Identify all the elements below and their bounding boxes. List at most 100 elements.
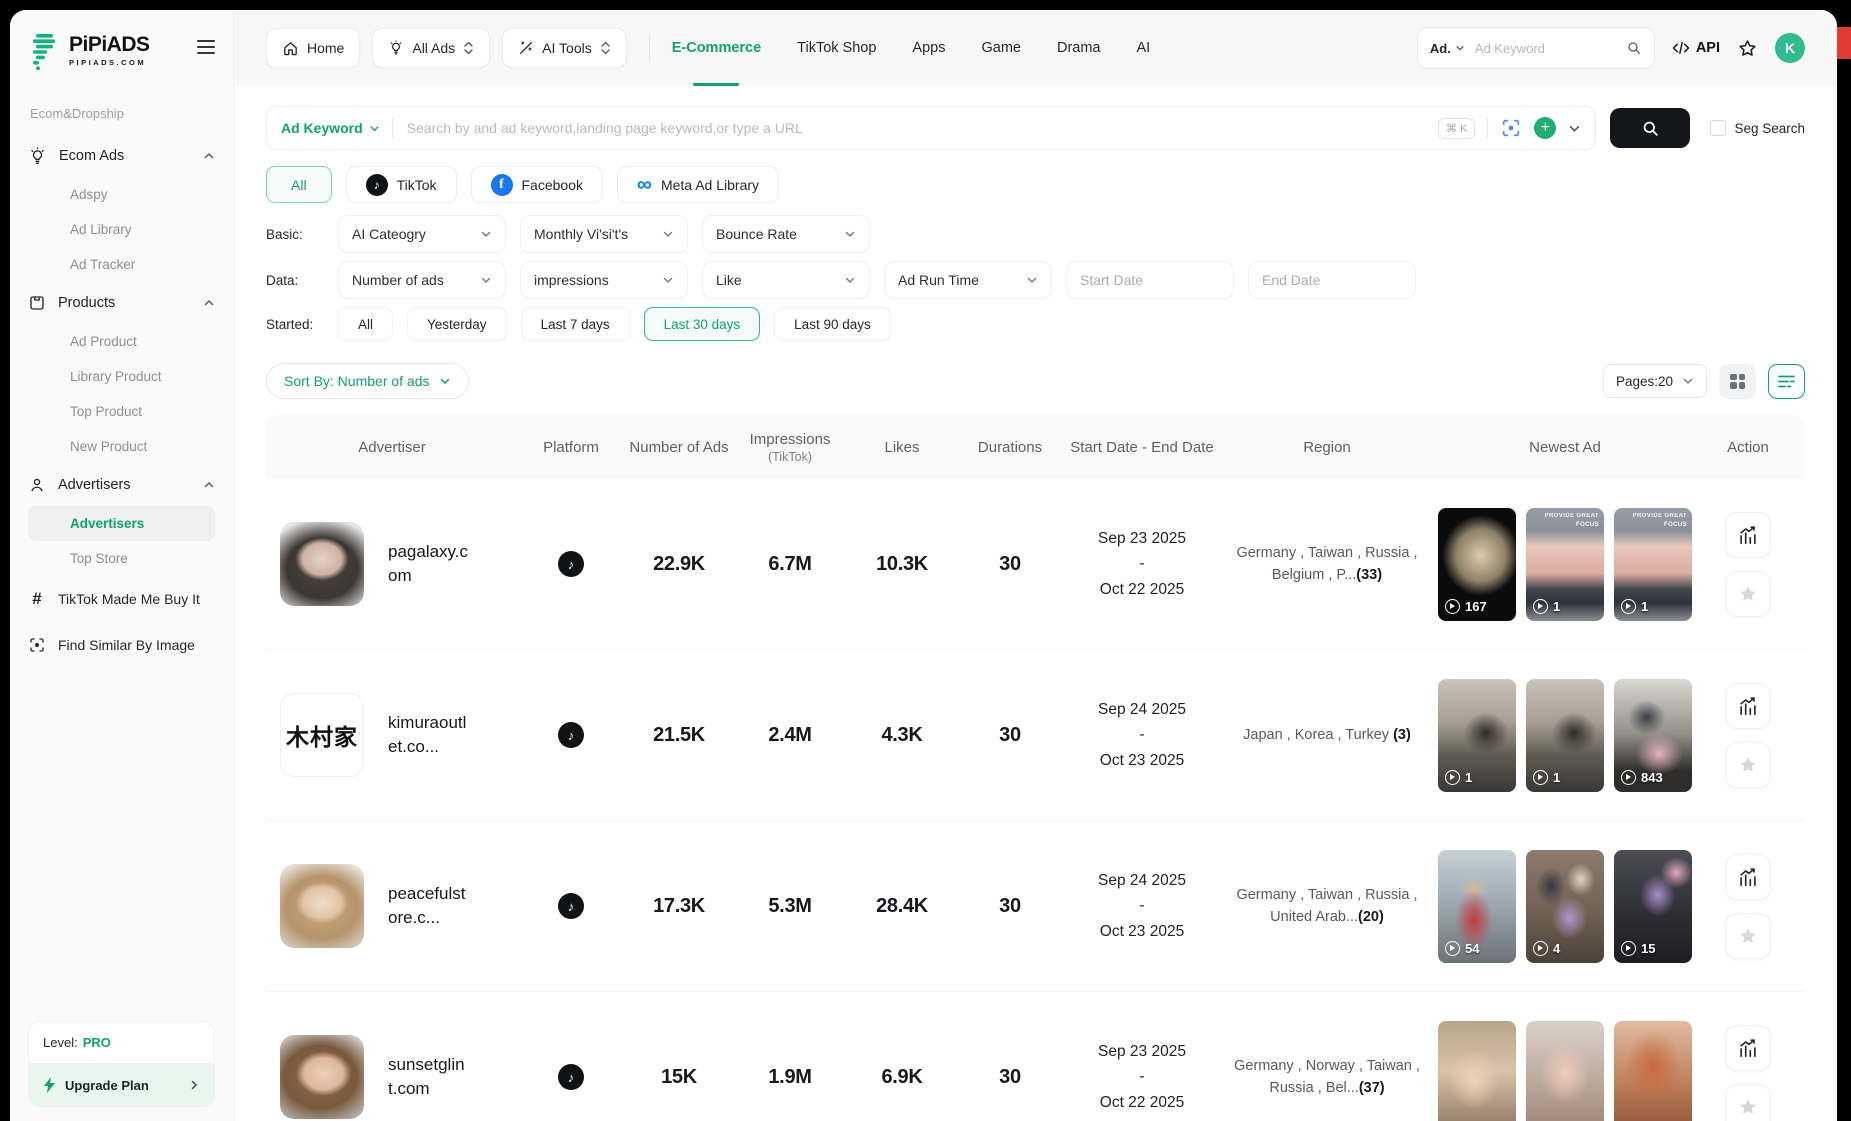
sidebar-item-ad-product[interactable]: Ad Product — [28, 324, 215, 359]
upgrade-plan-button[interactable]: Upgrade Plan — [29, 1063, 214, 1106]
topbar-right: Ad. API K — [1417, 27, 1805, 69]
bounce-rate-select[interactable]: Bounce Rate — [702, 215, 870, 253]
advertiser-name[interactable]: sunsetglint.com — [388, 1053, 468, 1101]
sidebar-item-top-store[interactable]: Top Store — [28, 541, 215, 576]
search-field: Ad Keyword ⌘ K + — [266, 106, 1596, 150]
favorite-star-button[interactable] — [1725, 571, 1771, 617]
tab-game[interactable]: Game — [981, 10, 1021, 86]
impressions-select[interactable]: impressions — [520, 261, 688, 299]
advertiser-name[interactable]: peacefulstore.c... — [388, 882, 468, 930]
start-date-input[interactable] — [1066, 261, 1234, 299]
ad-video-thumbnail[interactable]: 15 — [1614, 850, 1692, 963]
sidebar-item-top-product[interactable]: Top Product — [28, 394, 215, 429]
ad-video-thumbnail[interactable]: 54 — [1438, 850, 1516, 963]
play-icon — [1533, 770, 1548, 785]
home-button[interactable]: Home — [266, 28, 360, 68]
meta-icon: ∞ — [637, 174, 652, 195]
started-last-30-days-button[interactable]: Last 30 days — [644, 307, 761, 341]
quick-search-type-select[interactable]: Ad. — [1430, 41, 1465, 56]
table-header: Advertiser Platform Number of Ads Impres… — [266, 415, 1805, 479]
region-count: (33) — [1356, 567, 1382, 583]
analytics-button[interactable] — [1725, 512, 1771, 558]
platform-tab-meta-ad-library[interactable]: ∞ Meta Ad Library — [617, 166, 779, 203]
sidebar-item-tiktok-made-me-buy-it[interactable]: # TikTok Made Me Buy It — [28, 576, 215, 622]
platform-tab-facebook[interactable]: f Facebook — [471, 166, 603, 203]
sidebar-item-new-product[interactable]: New Product — [28, 429, 215, 464]
number-of-ads-select[interactable]: Number of ads — [338, 261, 506, 299]
tab-tiktok-shop[interactable]: TikTok Shop — [797, 10, 876, 86]
image-search-icon[interactable] — [1500, 117, 1522, 139]
sidebar-group-ecom-ads[interactable]: Ecom Ads — [28, 135, 215, 177]
platform-tab-all[interactable]: All — [266, 166, 332, 203]
main-search-input[interactable] — [405, 119, 1426, 137]
end-date-input[interactable] — [1248, 261, 1416, 299]
started-last-90-days-button[interactable]: Last 90 days — [774, 307, 891, 341]
advertiser-avatar[interactable] — [280, 1035, 364, 1119]
user-avatar[interactable]: K — [1775, 33, 1805, 63]
monthly-visits-select[interactable]: Monthly Vi'si't's — [520, 215, 688, 253]
search-mode-select[interactable]: Ad Keyword — [281, 120, 380, 136]
tab-apps[interactable]: Apps — [912, 10, 945, 86]
platform-tab-tiktok[interactable]: ♪ TikTok — [346, 166, 457, 203]
ad-video-thumbnail[interactable] — [1526, 1021, 1604, 1121]
ad-video-thumbnail[interactable]: 4 — [1526, 850, 1604, 963]
ad-video-thumbnail[interactable]: Provide Great Focus 1 — [1614, 508, 1692, 621]
tab-drama[interactable]: Drama — [1057, 10, 1101, 86]
advertiser-name[interactable]: pagalaxy.com — [388, 540, 468, 588]
quick-search-input[interactable] — [1473, 40, 1618, 57]
favorite-star-button[interactable] — [1725, 913, 1771, 959]
ai-category-select[interactable]: AI Cateogry — [338, 215, 506, 253]
pages-select[interactable]: Pages:20 — [1603, 364, 1707, 398]
tab-ai[interactable]: AI — [1137, 10, 1151, 86]
favorite-star-button[interactable] — [1725, 1084, 1771, 1121]
sidebar-item-ad-tracker[interactable]: Ad Tracker — [28, 247, 215, 282]
sidebar-item-ad-library[interactable]: Ad Library — [28, 212, 215, 247]
ad-video-thumbnail[interactable] — [1614, 1021, 1692, 1121]
analytics-button[interactable] — [1725, 854, 1771, 900]
sidebar-group-advertisers[interactable]: Advertisers — [28, 464, 215, 506]
play-icon — [1445, 770, 1460, 785]
started-yesterday-button[interactable]: Yesterday — [407, 307, 507, 341]
grid-view-button[interactable] — [1719, 364, 1756, 399]
tab-e-commerce[interactable]: E-Commerce — [672, 10, 761, 86]
sidebar-group-products[interactable]: Products — [28, 282, 215, 324]
advertiser-avatar[interactable] — [280, 864, 364, 948]
all-ads-menu-button[interactable]: All Ads — [372, 28, 490, 68]
analytics-button[interactable] — [1725, 1025, 1771, 1071]
ad-run-time-select[interactable]: Ad Run Time — [884, 261, 1052, 299]
sidebar-item-adspy[interactable]: Adspy — [28, 177, 215, 212]
ad-video-thumbnail[interactable]: Provide Great Focus 1 — [1526, 508, 1604, 621]
durations-value: 30 — [999, 724, 1021, 747]
search-icon[interactable] — [1626, 40, 1642, 56]
ad-video-thumbnail[interactable]: 843 — [1614, 679, 1692, 792]
api-link[interactable]: API — [1672, 40, 1720, 56]
sort-by-select[interactable]: Sort By: Number of ads — [266, 363, 469, 399]
sidebar-item-find-similar-by-image[interactable]: Find Similar By Image — [28, 622, 215, 668]
like-select[interactable]: Like — [702, 261, 870, 299]
chevron-down-icon[interactable] — [1568, 122, 1581, 135]
category-tabs: E-Commerce TikTok Shop Apps Game Drama A… — [672, 10, 1150, 86]
seg-search-checkbox[interactable] — [1710, 120, 1726, 136]
chevron-right-icon — [188, 1079, 200, 1091]
ad-video-thumbnail[interactable]: 1 — [1526, 679, 1604, 792]
favorite-star-button[interactable] — [1725, 742, 1771, 788]
favorites-star-icon[interactable] — [1737, 38, 1758, 59]
advertiser-avatar[interactable] — [280, 522, 364, 606]
grid-icon — [1730, 374, 1745, 389]
ai-tools-menu-button[interactable]: AI Tools — [502, 28, 627, 68]
advertiser-name[interactable]: kimuraoutlet.co... — [388, 711, 468, 759]
list-view-button[interactable] — [1768, 364, 1805, 399]
ad-video-thumbnail[interactable] — [1438, 1021, 1516, 1121]
search-button[interactable] — [1610, 108, 1690, 148]
advertiser-avatar[interactable]: 木村家 — [280, 693, 364, 777]
sidebar-item-advertisers[interactable]: Advertisers — [28, 506, 215, 541]
divider — [1487, 118, 1488, 138]
sidebar-collapse-button[interactable] — [197, 34, 215, 54]
analytics-button[interactable] — [1725, 683, 1771, 729]
ad-video-thumbnail[interactable]: 167 — [1438, 508, 1516, 621]
ad-video-thumbnail[interactable]: 1 — [1438, 679, 1516, 792]
sidebar-item-library-product[interactable]: Library Product — [28, 359, 215, 394]
started-last-7-days-button[interactable]: Last 7 days — [521, 307, 630, 341]
started-all-button[interactable]: All — [338, 307, 393, 341]
add-filter-icon[interactable]: + — [1534, 117, 1556, 139]
